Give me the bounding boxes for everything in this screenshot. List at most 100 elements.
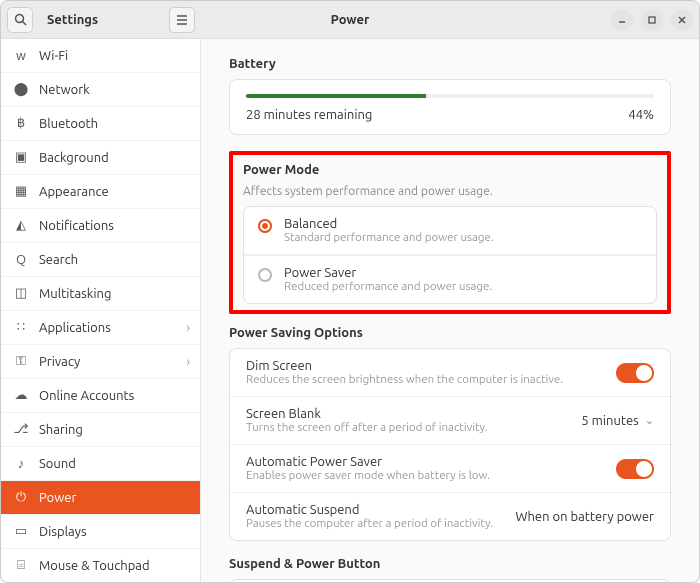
screen-blank-combo[interactable]: 5 minutes ⌄ [581, 414, 654, 428]
dim-screen-row: Dim Screen Reduces the screen brightness… [230, 349, 670, 396]
notifications-icon: ◭ [13, 218, 29, 233]
search-button[interactable] [7, 7, 33, 33]
sidebar-item-applications[interactable]: ∷ Applications › [1, 311, 200, 345]
sidebar-item-notifications[interactable]: ◭Notifications [1, 209, 200, 243]
sharing-icon: ⎇ [13, 422, 29, 437]
bluetooth-icon: ฿ [13, 116, 29, 131]
sidebar-item-label: Background [39, 151, 109, 165]
option-desc: Reduced performance and power usage. [284, 280, 492, 293]
network-icon: ⬤ [13, 82, 29, 97]
wifi-icon: ᴡ [13, 48, 29, 63]
battery-remaining-text: 28 minutes remaining [246, 108, 372, 122]
power-saving-section-title: Power Saving Options [229, 326, 671, 340]
multitasking-icon: ◫ [13, 286, 29, 301]
maximize-icon [647, 15, 657, 25]
hamburger-icon [176, 15, 188, 25]
suspend-button-card: Power Button Behavior Power Off ⌄ Show B… [229, 579, 671, 582]
power-button-behavior-row[interactable]: Power Button Behavior Power Off ⌄ [230, 580, 670, 582]
sidebar-item-label: Online Accounts [39, 389, 134, 403]
dim-screen-title: Dim Screen [246, 359, 563, 373]
dim-screen-switch[interactable] [616, 363, 654, 383]
chevron-right-icon: › [186, 321, 190, 335]
auto-suspend-row[interactable]: Automatic Suspend Pauses the computer af… [230, 492, 670, 540]
power-mode-option-power-saver[interactable]: Power Saver Reduced performance and powe… [244, 255, 656, 303]
sidebar-item-mouse-touchpad[interactable]: ⌸ Mouse & Touchpad [1, 549, 200, 582]
auto-power-saver-switch[interactable] [616, 459, 654, 479]
close-button[interactable] [671, 9, 693, 31]
privacy-icon: ⚿ [13, 354, 29, 369]
sidebar-item-label: Wi-Fi [39, 49, 68, 63]
sidebar-item-power[interactable]: ⏻ Power [1, 481, 200, 515]
auto-power-saver-desc: Enables power saver mode when battery is… [246, 469, 490, 482]
option-title: Balanced [284, 217, 494, 231]
sidebar-item-bluetooth[interactable]: ฿ Bluetooth [1, 107, 200, 141]
chevron-right-icon: › [186, 355, 190, 369]
battery-percent-text: 44% [628, 108, 654, 122]
power-mode-section-title: Power Mode [243, 163, 657, 177]
sound-icon: ♪ [13, 456, 29, 471]
applications-icon: ∷ [13, 320, 29, 335]
dim-screen-desc: Reduces the screen brightness when the c… [246, 373, 563, 386]
appearance-icon: ▦ [13, 184, 29, 199]
sidebar-item-label: Network [39, 83, 90, 97]
auto-power-saver-title: Automatic Power Saver [246, 455, 490, 469]
sidebar-item-privacy[interactable]: ⚿ Privacy › [1, 345, 200, 379]
sidebar-item-label: Sharing [39, 423, 83, 437]
screen-blank-value: 5 minutes [581, 414, 638, 428]
sidebar-item-label: Sound [39, 457, 76, 471]
radio-unchecked-icon [258, 268, 272, 282]
auto-suspend-desc: Pauses the computer after a period of in… [246, 517, 493, 530]
search-icon [14, 13, 27, 26]
sidebar-item-search[interactable]: Q Search [1, 243, 200, 277]
page-title: Power [1, 13, 699, 27]
sidebar-item-label: Displays [39, 525, 87, 539]
minimize-icon [617, 15, 627, 25]
close-icon [677, 15, 687, 25]
sidebar-item-appearance[interactable]: ▦Appearance [1, 175, 200, 209]
power-mode-card: Balanced Standard performance and power … [243, 206, 657, 304]
titlebar: Settings Power [1, 1, 699, 39]
sidebar-item-displays[interactable]: ▭ Displays [1, 515, 200, 549]
app-title: Settings [47, 13, 98, 27]
sidebar-item-sound[interactable]: ♪ Sound [1, 447, 200, 481]
sidebar-item-network[interactable]: ⬤ Network [1, 73, 200, 107]
background-icon: ▣ [13, 150, 29, 165]
maximize-button[interactable] [641, 9, 663, 31]
battery-card: 28 minutes remaining 44% [229, 79, 671, 135]
auto-suspend-value: When on battery power [515, 510, 654, 524]
battery-section-title: Battery [229, 57, 671, 71]
sidebar-item-multitasking[interactable]: ◫ Multitasking [1, 277, 200, 311]
sidebar: ᴡ Wi-Fi ⬤ Network ฿ Bluetooth ▣ Background ▦Appe… [1, 39, 201, 582]
power-icon: ⏻ [13, 490, 29, 505]
mouse-icon: ⌸ [13, 558, 29, 573]
sidebar-item-online-accounts[interactable]: ☁ Online Accounts [1, 379, 200, 413]
screen-blank-desc: Turns the screen off after a period of i… [246, 421, 488, 434]
sidebar-item-label: Applications [39, 321, 111, 335]
sidebar-item-sharing[interactable]: ⎇ Sharing [1, 413, 200, 447]
displays-icon: ▭ [13, 524, 29, 539]
option-desc: Standard performance and power usage. [284, 231, 494, 244]
power-mode-highlight: Power Mode Affects system performance an… [229, 151, 671, 314]
sidebar-item-wi-fi[interactable]: ᴡ Wi-Fi [1, 39, 200, 73]
sidebar-item-label: Search [39, 253, 78, 267]
sidebar-item-background[interactable]: ▣ Background [1, 141, 200, 175]
auto-suspend-title: Automatic Suspend [246, 503, 493, 517]
menu-button[interactable] [169, 7, 195, 33]
sidebar-item-label: Power [39, 491, 76, 505]
search-icon: Q [13, 253, 29, 267]
power-mode-option-balanced[interactable]: Balanced Standard performance and power … [244, 207, 656, 255]
radio-checked-icon [258, 219, 272, 233]
screen-blank-title: Screen Blank [246, 407, 488, 421]
content-area: Battery 28 minutes remaining 44% Power M… [201, 39, 699, 582]
power-mode-description: Affects system performance and power usa… [243, 185, 657, 198]
minimize-button[interactable] [611, 9, 633, 31]
sidebar-item-label: Multitasking [39, 287, 111, 301]
cloud-icon: ☁ [13, 388, 29, 403]
chevron-down-icon: ⌄ [645, 414, 654, 427]
sidebar-item-label: Privacy [39, 355, 80, 369]
sidebar-item-label: Mouse & Touchpad [39, 559, 150, 573]
sidebar-item-label: Bluetooth [39, 117, 98, 131]
battery-progress [246, 94, 654, 98]
power-saving-card: Dim Screen Reduces the screen brightness… [229, 348, 671, 541]
screen-blank-row[interactable]: Screen Blank Turns the screen off after … [230, 396, 670, 444]
